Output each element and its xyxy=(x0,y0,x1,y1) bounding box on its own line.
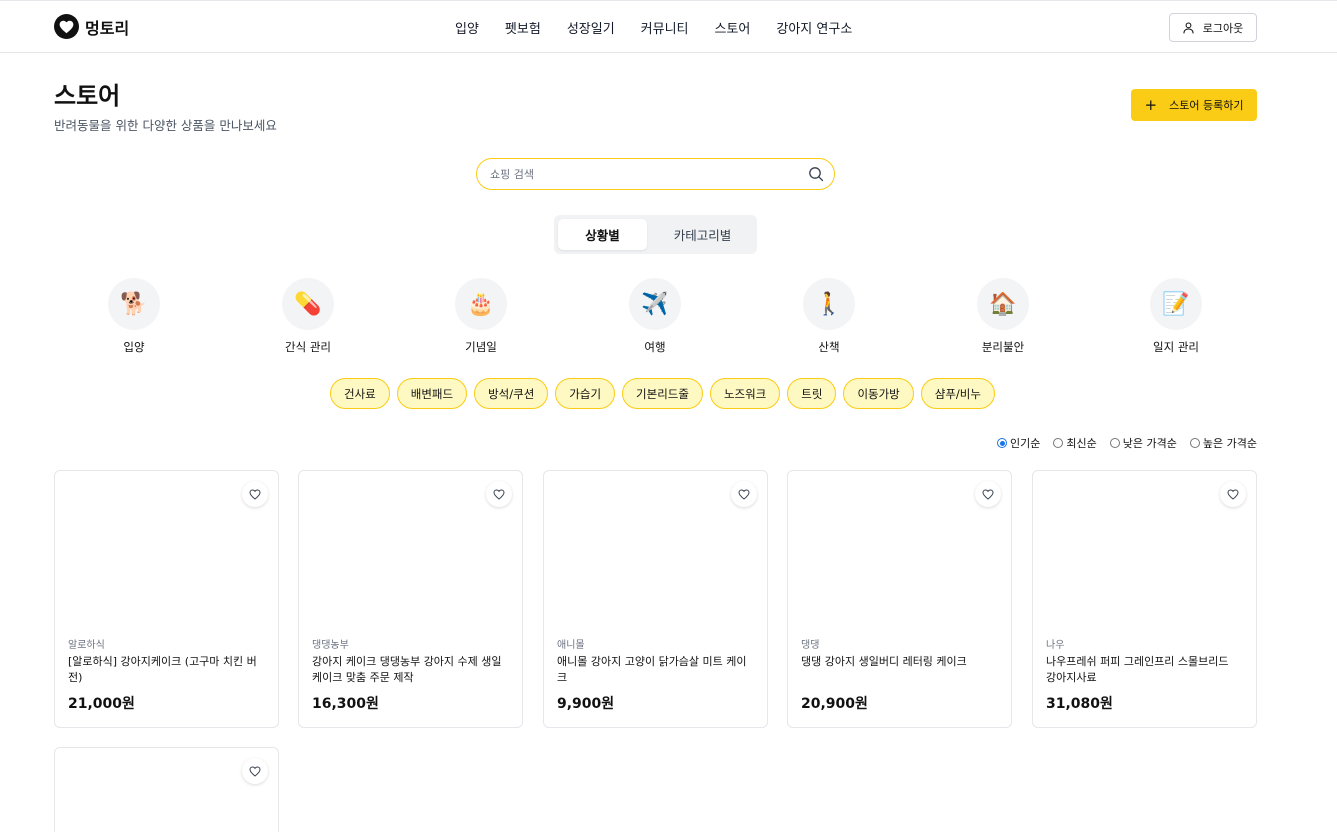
radio-unchecked[interactable] xyxy=(1109,438,1120,448)
product-price: 31,080원 xyxy=(1046,696,1113,712)
product-price: 20,900원 xyxy=(801,696,868,712)
favorite-heart-icon[interactable] xyxy=(242,758,268,784)
airplane-icon: ✈️ xyxy=(629,278,681,330)
chip-nosework[interactable]: 노즈워크 xyxy=(709,378,781,409)
sort-newest[interactable]: 최신순 xyxy=(1053,435,1097,451)
sort-label: 최신순 xyxy=(1066,437,1097,450)
top-header: 멍토리 입양 펫보험 성장일기 커뮤니티 스토어 강아지 연구소 로그아웃 xyxy=(0,0,1337,53)
tab-by-situation[interactable]: 상황별 xyxy=(558,219,647,250)
tab-by-category[interactable]: 카테고리별 xyxy=(654,219,751,250)
main-nav: 입양 펫보험 성장일기 커뮤니티 스토어 강아지 연구소 xyxy=(455,18,878,37)
pill-icon: 💊 xyxy=(282,278,334,330)
walking-person-icon: 🚶 xyxy=(803,278,855,330)
product-card[interactable]: 댕댕농부 강아지 케이크 댕댕농부 강아지 수제 생일 케이크 맞춤 주문 제작… xyxy=(298,470,523,728)
favorite-heart-icon[interactable] xyxy=(1220,481,1246,507)
view-toggle: 상황별 카테고리별 xyxy=(554,215,757,254)
house-icon: 🏠 xyxy=(977,278,1029,330)
product-brand: 나우 xyxy=(1046,640,1065,651)
product-name: 나우프레쉬 퍼피 그레인프리 스몰브리드 강아지사료 xyxy=(1046,655,1229,684)
product-name: 애니몰 강아지 고양이 닭가슴살 미트 케이크 xyxy=(557,655,747,684)
situation-label: 분리불안 xyxy=(981,340,1025,354)
product-brand: 알로하식 xyxy=(68,640,105,651)
product-card[interactable]: 애니몰 애니몰 강아지 고양이 닭가슴살 미트 케이크 9,900원 xyxy=(543,470,768,728)
search-bar xyxy=(476,158,835,190)
radio-unchecked[interactable] xyxy=(1189,438,1200,448)
dog-icon: 🐕 xyxy=(108,278,160,330)
situation-item-adoption[interactable]: 🐕 입양 xyxy=(84,278,184,355)
situation-item-walk[interactable]: 🚶 산책 xyxy=(779,278,879,355)
product-card[interactable] xyxy=(54,747,279,832)
product-name: 강아지 케이크 댕댕농부 강아지 수제 생일 케이크 맞춤 주문 제작 xyxy=(312,655,502,684)
radio-unchecked[interactable] xyxy=(1053,438,1064,448)
category-chips: 건사료 배변패드 방석/쿠션 가습기 기본리드줄 노즈워크 트릿 이동가방 샴푸… xyxy=(330,378,995,409)
favorite-heart-icon[interactable] xyxy=(486,481,512,507)
logout-button[interactable]: 로그아웃 xyxy=(1169,13,1257,42)
product-name: [알로하식] 강아지케이크 (고구마 치킨 버전) xyxy=(68,655,257,684)
chip-potty-pad[interactable]: 배변패드 xyxy=(396,378,468,409)
sort-label: 높은 가격순 xyxy=(1202,437,1257,450)
product-price: 21,000원 xyxy=(68,696,135,712)
nav-item-growth-diary[interactable]: 성장일기 xyxy=(567,18,615,37)
sort-price-high[interactable]: 높은 가격순 xyxy=(1189,435,1257,451)
nav-item-adoption[interactable]: 입양 xyxy=(455,18,479,37)
register-store-button[interactable]: + 스토어 등록하기 xyxy=(1131,89,1257,121)
memo-icon: 📝 xyxy=(1150,278,1202,330)
heart-logo-icon xyxy=(54,14,79,39)
logo[interactable]: 멍토리 xyxy=(54,14,129,39)
situation-list: 🐕 입양 💊 간식 관리 🎂 기념일 ✈️ 여행 🚶 산책 🏠 분리불안 📝 일… xyxy=(54,278,1257,358)
chip-leash[interactable]: 기본리드줄 xyxy=(622,378,703,409)
situation-label: 입양 xyxy=(123,340,145,354)
favorite-heart-icon[interactable] xyxy=(975,481,1001,507)
user-icon xyxy=(1183,21,1194,33)
product-brand: 애니몰 xyxy=(557,640,585,651)
nav-item-community[interactable]: 커뮤니티 xyxy=(641,18,689,37)
sort-label: 낮은 가격순 xyxy=(1122,437,1177,450)
chip-treat[interactable]: 트릿 xyxy=(787,378,837,409)
product-card[interactable]: 알로하식 [알로하식] 강아지케이크 (고구마 치킨 버전) 21,000원 xyxy=(54,470,279,728)
logo-text: 멍토리 xyxy=(85,18,130,38)
nav-item-dog-lab[interactable]: 강아지 연구소 xyxy=(776,18,852,37)
situation-item-anniversary[interactable]: 🎂 기념일 xyxy=(431,278,531,355)
sort-options: 인기순 최신순 낮은 가격순 높은 가격순 xyxy=(997,435,1257,451)
page-title: 스토어 xyxy=(54,82,121,110)
product-price: 16,300원 xyxy=(312,696,379,712)
chip-humidifier[interactable]: 가습기 xyxy=(555,378,616,409)
nav-item-store[interactable]: 스토어 xyxy=(715,18,751,37)
cake-icon: 🎂 xyxy=(455,278,507,330)
chip-cushion[interactable]: 방석/쿠션 xyxy=(474,378,549,409)
situation-label: 기념일 xyxy=(465,340,497,354)
product-card[interactable]: 나우 나우프레쉬 퍼피 그레인프리 스몰브리드 강아지사료 31,080원 xyxy=(1032,470,1257,728)
situation-label: 일지 관리 xyxy=(1153,340,1199,354)
nav-item-pet-insurance[interactable]: 펫보험 xyxy=(505,18,541,37)
situation-item-snack[interactable]: 💊 간식 관리 xyxy=(258,278,358,355)
search-icon[interactable] xyxy=(808,166,824,182)
product-brand: 댕댕농부 xyxy=(312,640,349,651)
situation-item-travel[interactable]: ✈️ 여행 xyxy=(605,278,705,355)
product-brand: 댕댕 xyxy=(801,640,820,651)
product-price: 9,900원 xyxy=(557,696,615,712)
search-input[interactable] xyxy=(490,165,790,183)
situation-label: 간식 관리 xyxy=(285,340,331,354)
product-name: 댕댕 강아지 생일버디 레터링 케이크 xyxy=(801,655,967,668)
radio-checked[interactable] xyxy=(997,438,1008,448)
sort-price-low[interactable]: 낮은 가격순 xyxy=(1109,435,1177,451)
logout-label: 로그아웃 xyxy=(1202,21,1244,35)
register-store-label: 스토어 등록하기 xyxy=(1169,99,1244,112)
situation-label: 산책 xyxy=(818,340,840,354)
situation-item-journal[interactable]: 📝 일지 관리 xyxy=(1126,278,1226,355)
plus-icon: + xyxy=(1144,96,1158,114)
chip-dry-food[interactable]: 건사료 xyxy=(330,378,390,409)
page-subtitle: 반려동물을 위한 다양한 상품을 만나보세요 xyxy=(54,118,277,133)
favorite-heart-icon[interactable] xyxy=(731,481,757,507)
chip-shampoo[interactable]: 샴푸/비누 xyxy=(920,378,995,409)
situation-label: 여행 xyxy=(644,340,666,354)
sort-label: 인기순 xyxy=(1010,437,1041,450)
sort-popular[interactable]: 인기순 xyxy=(997,435,1040,451)
situation-item-separation-anxiety[interactable]: 🏠 분리불안 xyxy=(953,278,1053,355)
favorite-heart-icon[interactable] xyxy=(242,481,268,507)
product-card[interactable]: 댕댕 댕댕 강아지 생일버디 레터링 케이크 20,900원 xyxy=(787,470,1012,728)
chip-carrier[interactable]: 이동가방 xyxy=(843,378,914,409)
